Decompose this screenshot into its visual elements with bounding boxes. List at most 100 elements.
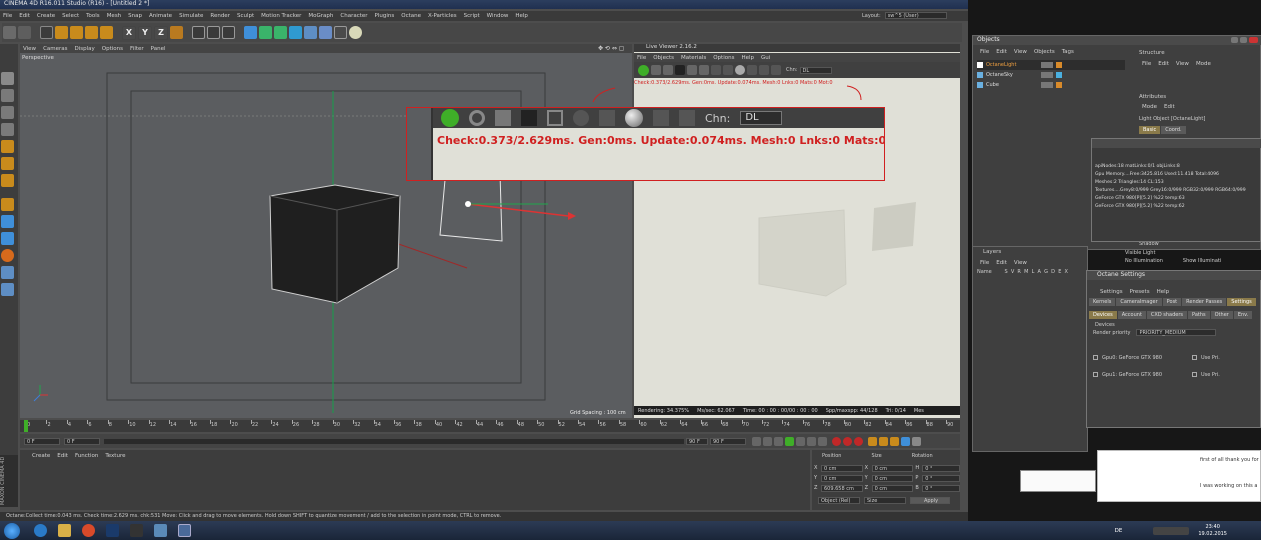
os-tab-cameraimager[interactable]: CameraImager	[1116, 298, 1162, 306]
coord-rotation-field[interactable]: 0 °	[922, 464, 960, 472]
axis-z-button[interactable]: Z	[154, 25, 168, 40]
scale-icon[interactable]	[70, 26, 83, 39]
menu-create[interactable]: Create	[37, 13, 55, 19]
layers-menu-file[interactable]: File	[980, 260, 989, 266]
render-view-icon[interactable]	[192, 26, 205, 39]
viewport-nav-icons[interactable]: ✥ ⟲ ⇔ ▢	[598, 45, 628, 52]
render-picture-viewer-icon[interactable]	[207, 26, 220, 39]
menu-x-particles[interactable]: X-Particles	[428, 13, 457, 19]
redo-icon[interactable]	[18, 26, 31, 39]
go-start-icon[interactable]	[752, 436, 761, 446]
max-frame-field[interactable]: 90 F	[710, 437, 746, 445]
coord-mode-select[interactable]: Object (Rel)	[818, 497, 860, 504]
generator-icon[interactable]	[289, 26, 302, 39]
material-ball-icon[interactable]	[735, 65, 745, 75]
grid-lock-icon[interactable]	[1, 283, 14, 296]
maximize-icon[interactable]	[1240, 37, 1247, 43]
menu-tools[interactable]: Tools	[86, 13, 100, 19]
object-item[interactable]: OctaneSky	[977, 70, 1125, 80]
edges-mode-icon[interactable]	[1, 157, 14, 170]
key-scale-icon[interactable]	[879, 436, 888, 446]
menu-script[interactable]: Script	[464, 13, 480, 19]
sculpt-icon[interactable]	[1, 266, 14, 279]
language-indicator[interactable]: DE	[1115, 528, 1123, 534]
menu-mesh[interactable]: Mesh	[107, 13, 121, 19]
object-item[interactable]: Cube	[977, 80, 1125, 90]
next-frame-icon[interactable]	[796, 436, 805, 446]
render-priority-select[interactable]: PRIORITY_MEDIUM	[1136, 329, 1217, 336]
layout-select[interactable]: sw^5 (User)	[884, 12, 947, 19]
os-tab-kernels[interactable]: Kernels	[1089, 298, 1116, 306]
explorer-taskbar-icon[interactable]	[58, 524, 71, 537]
os-menu-settings[interactable]: Settings	[1100, 289, 1123, 295]
menu-help[interactable]: Help	[515, 13, 528, 19]
axis-mode-icon[interactable]	[1, 198, 14, 211]
lock-resolution-icon[interactable]	[699, 65, 709, 75]
timeline-track[interactable]	[104, 438, 684, 444]
axis-x-button[interactable]: X	[122, 25, 136, 40]
coord-rotation-field[interactable]: 0 °	[922, 484, 960, 492]
undo-icon[interactable]	[3, 26, 16, 39]
chrome-taskbar-icon[interactable]	[82, 524, 95, 537]
save-image-icon[interactable]	[723, 65, 733, 75]
coord-size-select[interactable]: Size	[864, 497, 906, 504]
mat-menu-edit[interactable]: Edit	[57, 453, 68, 459]
struct-menu-mode[interactable]: Mode	[1196, 61, 1211, 67]
snap-icon[interactable]	[1, 232, 14, 245]
key-pos-icon[interactable]	[868, 436, 877, 446]
close-icon[interactable]	[1249, 37, 1258, 43]
obj-menu-tags[interactable]: Tags	[1062, 49, 1074, 55]
os-subtab-account[interactable]: Account	[1117, 311, 1146, 319]
start-button[interactable]	[4, 522, 20, 539]
render-settings-icon[interactable]	[222, 26, 235, 39]
menu-mograph[interactable]: MoGraph	[308, 13, 333, 19]
app-taskbar-icon[interactable]	[154, 524, 167, 537]
viewport-menu-panel[interactable]: Panel	[151, 46, 166, 52]
attr-menu-mode[interactable]: Mode	[1142, 104, 1157, 110]
os-subtab-cxdshaders[interactable]: CXD shaders	[1146, 311, 1188, 319]
minimize-icon[interactable]	[1231, 37, 1238, 43]
region-render-icon[interactable]	[687, 65, 697, 75]
autokey-icon[interactable]	[843, 436, 852, 446]
keyframe-sel-icon[interactable]	[854, 436, 863, 446]
lv-menu-objects[interactable]: Objects	[653, 55, 674, 61]
next-key-icon[interactable]	[807, 436, 816, 446]
visibility-dots-icon[interactable]	[1041, 72, 1053, 78]
subdivision-icon[interactable]	[259, 26, 272, 39]
tray-icons[interactable]	[1153, 526, 1190, 535]
spline-pen-icon[interactable]	[274, 26, 287, 39]
menu-motion-tracker[interactable]: Motion Tracker	[261, 13, 301, 19]
attr-menu-edit[interactable]: Edit	[1164, 104, 1175, 110]
prev-frame-icon[interactable]	[774, 436, 783, 446]
menu-octane[interactable]: Octane	[401, 13, 421, 19]
coord-position-field[interactable]: 0 cm	[820, 474, 863, 482]
cube-primitive-icon[interactable]	[244, 26, 257, 39]
menu-window[interactable]: Window	[487, 13, 509, 19]
gpu-use-checkbox[interactable]	[1192, 355, 1197, 360]
material-picker-icon[interactable]	[771, 65, 781, 75]
os-menu-presets[interactable]: Presets	[1130, 289, 1150, 295]
viewport-menu-view[interactable]: View	[23, 46, 36, 52]
c4d-title-bar[interactable]: CINEMA 4D R16.011 Studio (R16) - [Untitl…	[0, 0, 968, 9]
move-icon[interactable]	[55, 26, 68, 39]
struct-menu-view[interactable]: View	[1176, 61, 1189, 67]
nvidia-taskbar-icon[interactable]	[130, 524, 143, 537]
key-rot-icon[interactable]	[890, 436, 899, 446]
light-icon[interactable]	[349, 26, 362, 39]
tweak-icon[interactable]	[1, 215, 14, 228]
ie-taskbar-icon[interactable]	[34, 524, 47, 537]
os-subtab-devices[interactable]: Devices	[1089, 311, 1117, 319]
object-tag-icon[interactable]	[1056, 72, 1062, 78]
polygons-mode-icon[interactable]	[1, 174, 14, 187]
objects-title[interactable]: Objects	[973, 36, 1261, 45]
viewport-menu-filter[interactable]: Filter	[130, 46, 144, 52]
layers-menu-edit[interactable]: Edit	[996, 260, 1007, 266]
object-item[interactable]: OctaneLight	[977, 60, 1125, 70]
points-mode-icon[interactable]	[1, 140, 14, 153]
obj-menu-edit[interactable]: Edit	[996, 49, 1007, 55]
recent-tool-icon[interactable]	[100, 26, 113, 39]
visibility-dots-icon[interactable]	[1041, 62, 1053, 68]
object-tag-icon[interactable]	[1056, 82, 1062, 88]
os-menu-help[interactable]: Help	[1157, 289, 1170, 295]
coord-size-field[interactable]: 0 cm	[871, 484, 914, 492]
